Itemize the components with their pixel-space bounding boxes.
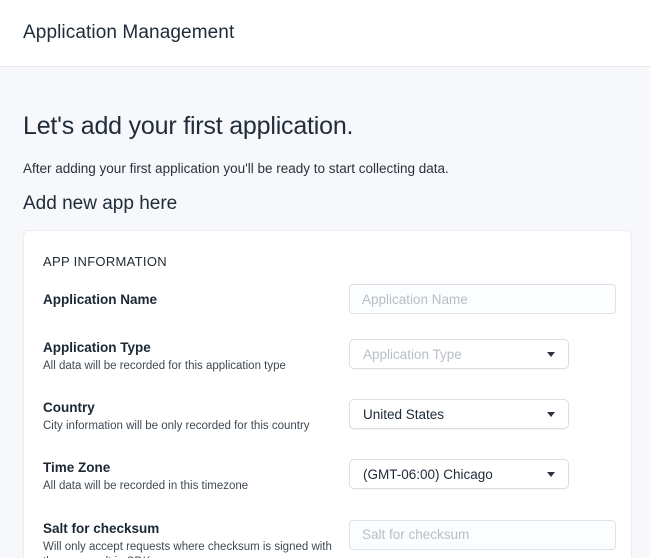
application-management-page: Application Management Let's add your fi… bbox=[0, 0, 650, 558]
application-name-input[interactable] bbox=[349, 284, 616, 314]
salt-for-checksum-helper: Will only accept requests where checksum… bbox=[43, 540, 338, 558]
salt-label-block: Salt for checksum Will only accept reque… bbox=[43, 520, 338, 558]
country-label: Country bbox=[43, 400, 310, 415]
add-app-section-heading: Add new app here bbox=[23, 193, 632, 215]
time-zone-select-value: (GMT-06:00) Chicago bbox=[363, 467, 493, 482]
hero-heading: Let's add your first application. bbox=[23, 112, 632, 141]
page-title: Application Management bbox=[23, 22, 234, 44]
salt-for-checksum-label: Salt for checksum bbox=[43, 521, 338, 536]
page-header: Application Management bbox=[0, 0, 650, 67]
application-type-select[interactable]: Application Type bbox=[349, 339, 569, 369]
form-row-country: Country City information will be only re… bbox=[43, 399, 616, 434]
salt-control bbox=[349, 520, 616, 550]
hero-subheading: After adding your first application you'… bbox=[23, 161, 632, 176]
add-app-form-card: APP INFORMATION Application Name Applica… bbox=[23, 230, 632, 558]
application-name-label-block: Application Name bbox=[43, 291, 157, 307]
time-zone-control: (GMT-06:00) Chicago bbox=[349, 459, 616, 489]
time-zone-label-block: Time Zone All data will be recorded in t… bbox=[43, 459, 248, 494]
country-select-value: United States bbox=[363, 407, 444, 422]
application-type-select-value: Application Type bbox=[363, 347, 462, 362]
country-control: United States bbox=[349, 399, 616, 429]
country-helper: City information will be only recorded f… bbox=[43, 419, 310, 434]
application-name-control bbox=[349, 284, 616, 314]
time-zone-label: Time Zone bbox=[43, 460, 248, 475]
form-row-application-name: Application Name bbox=[43, 284, 616, 314]
main-content: Let's add your first application. After … bbox=[0, 112, 650, 558]
application-type-label: Application Type bbox=[43, 340, 286, 355]
application-type-control: Application Type bbox=[349, 339, 616, 369]
time-zone-helper: All data will be recorded in this timezo… bbox=[43, 479, 248, 494]
chevron-down-icon bbox=[547, 472, 555, 477]
form-row-application-type: Application Type All data will be record… bbox=[43, 339, 616, 374]
time-zone-select[interactable]: (GMT-06:00) Chicago bbox=[349, 459, 569, 489]
chevron-down-icon bbox=[547, 352, 555, 357]
country-label-block: Country City information will be only re… bbox=[43, 399, 310, 434]
form-row-salt-for-checksum: Salt for checksum Will only accept reque… bbox=[43, 520, 616, 558]
application-type-helper: All data will be recorded for this appli… bbox=[43, 359, 286, 374]
chevron-down-icon bbox=[547, 412, 555, 417]
application-name-label: Application Name bbox=[43, 292, 157, 307]
app-information-title: APP INFORMATION bbox=[43, 254, 616, 269]
salt-for-checksum-input[interactable] bbox=[349, 520, 616, 550]
country-select[interactable]: United States bbox=[349, 399, 569, 429]
form-row-time-zone: Time Zone All data will be recorded in t… bbox=[43, 459, 616, 494]
application-type-label-block: Application Type All data will be record… bbox=[43, 339, 286, 374]
